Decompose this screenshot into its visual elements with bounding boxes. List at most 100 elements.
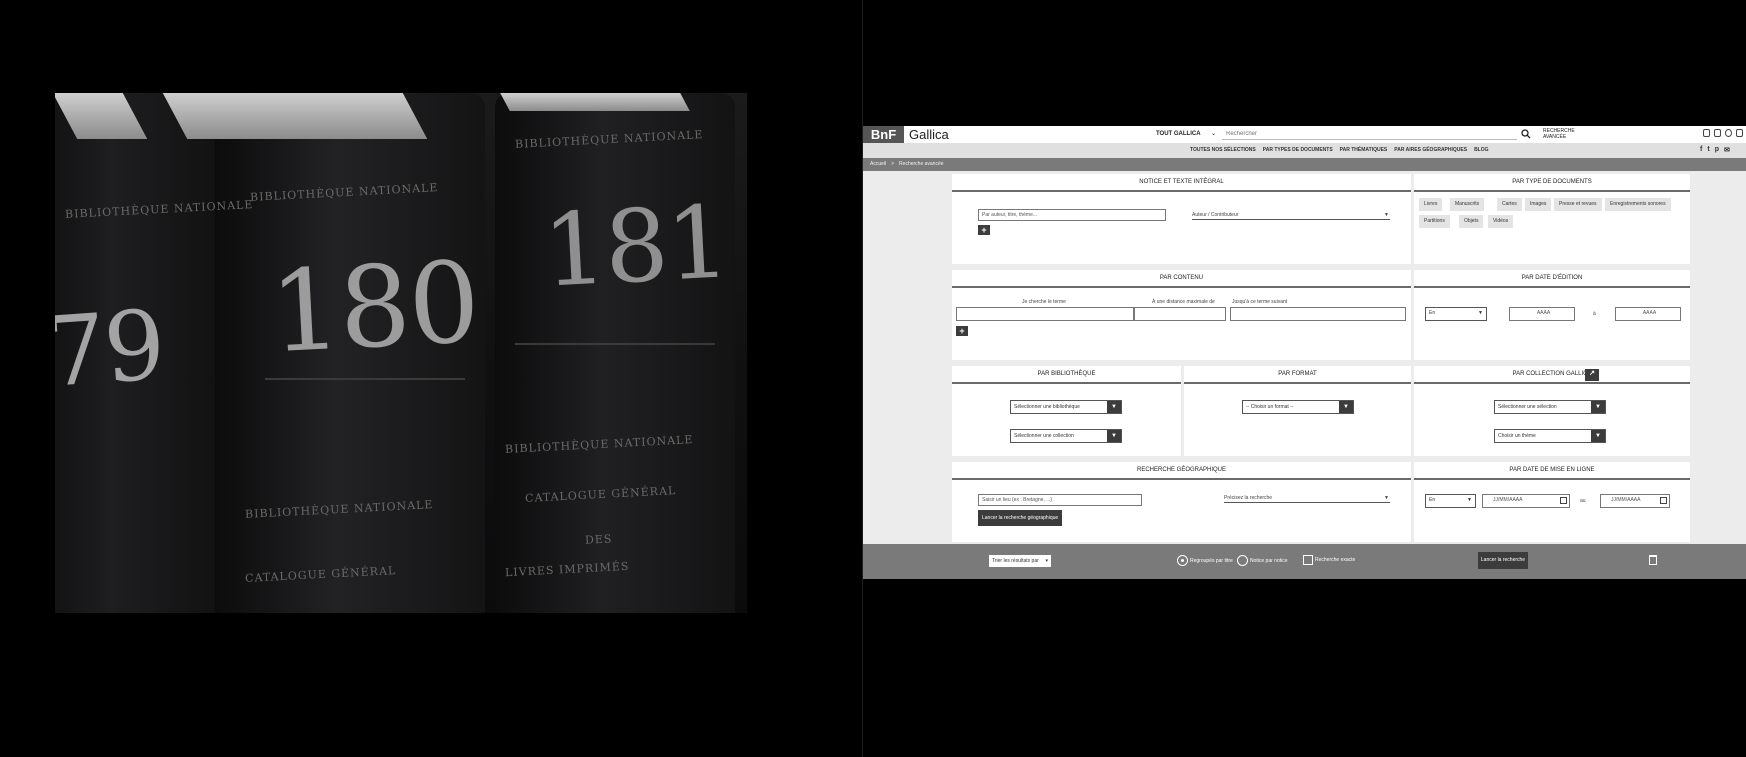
radio-indicator[interactable]: [1237, 555, 1248, 566]
type-chip[interactable]: Vidéos: [1488, 215, 1514, 228]
calendar-icon[interactable]: [1560, 497, 1567, 504]
radio-indicator[interactable]: [1177, 555, 1188, 566]
search-footer: Trier les résultats par ▾ Regroupés par t…: [863, 544, 1746, 579]
help-icon[interactable]: [1725, 129, 1732, 137]
type-chip[interactable]: Manuscrits: [1450, 198, 1485, 211]
caret-down-icon: ▼: [1467, 497, 1472, 503]
mail-icon[interactable]: ✉: [1724, 146, 1730, 154]
theme-select[interactable]: Choisir un thème ▼: [1494, 429, 1606, 443]
edition-from-input[interactable]: AAAA: [1509, 307, 1575, 321]
book-top-pages: [500, 93, 690, 111]
launch-search-button[interactable]: Lancer la recherche: [1478, 552, 1528, 569]
panel-title: NOTICE ET TEXTE INTÉGRAL: [952, 174, 1411, 192]
term-label: Je cherche le terme: [1022, 299, 1066, 305]
account-icon[interactable]: [1736, 129, 1743, 137]
exact-search-checkbox[interactable]: Recherche exacte: [1303, 555, 1355, 565]
checkbox-indicator[interactable]: [1303, 555, 1313, 565]
online-from-input[interactable]: JJ/MM/AAAA: [1482, 494, 1570, 508]
add-criteria-button[interactable]: +: [978, 225, 990, 235]
type-chip[interactable]: Images: [1525, 198, 1552, 211]
geo-refine-select[interactable]: Précisez la recherche ▼: [1224, 494, 1390, 503]
caret-down-icon: ▼: [1107, 401, 1121, 413]
notice-panel: NOTICE ET TEXTE INTÉGRAL Par auteur, tit…: [952, 174, 1411, 264]
panel-title: PAR DATE D'ÉDITION: [1414, 270, 1690, 288]
lock-icon[interactable]: [1714, 129, 1721, 137]
next-term-input[interactable]: [1230, 307, 1406, 321]
type-chip[interactable]: Enregistrements sonores: [1605, 198, 1671, 211]
caret-down-icon: ▼: [1384, 212, 1389, 218]
external-link-icon[interactable]: ↗: [1585, 369, 1599, 381]
basket-icon[interactable]: [1703, 129, 1710, 137]
type-chip[interactable]: Livres: [1419, 198, 1443, 211]
edition-to-input[interactable]: AAAA: [1615, 307, 1681, 321]
online-to-placeholder: JJ/MM/AAAA: [1611, 497, 1641, 503]
nav-item-blog[interactable]: BLOG: [1474, 147, 1488, 153]
panel-title: PAR TYPE DE DOCUMENTS: [1414, 174, 1690, 192]
online-mode-select[interactable]: En ▼: [1425, 494, 1476, 508]
geo-search-button[interactable]: Lancer la recherche géographique: [978, 510, 1063, 526]
distance-input[interactable]: [1134, 307, 1226, 321]
type-chip[interactable]: Objets: [1459, 215, 1484, 228]
caret-down-icon: ▾: [1045, 558, 1048, 564]
nav-item-doc-types[interactable]: PAR TYPES DE DOCUMENTS: [1263, 147, 1333, 153]
online-from-placeholder: JJ/MM/AAAA: [1493, 497, 1523, 503]
type-chip[interactable]: Presse et revues: [1554, 198, 1602, 211]
facebook-icon[interactable]: f: [1700, 146, 1702, 154]
breadcrumb-home[interactable]: Accueil: [870, 161, 886, 167]
site-header: BnF Gallica TOUT GALLICA ⌄ RECHERCHE AVA…: [863, 126, 1746, 143]
breadcrumb-separator: >: [891, 161, 895, 167]
advanced-search-link[interactable]: RECHERCHE AVANCÉE: [1543, 128, 1583, 140]
book-spine-right: [495, 93, 735, 613]
volume-number: 79: [55, 289, 167, 409]
nav-item-geo[interactable]: PAR AIRES GÉOGRAPHIQUES: [1394, 147, 1467, 153]
twitter-icon[interactable]: t: [1707, 146, 1709, 154]
calendar-icon[interactable]: [1660, 497, 1667, 504]
social-links: f t p ✉: [1700, 146, 1730, 154]
online-to-input[interactable]: JJ/MM/AAAA: [1600, 494, 1670, 508]
geo-panel: RECHERCHE GÉOGRAPHIQUE Saisir un lieu (e…: [952, 462, 1411, 542]
geo-refine-value: Précisez la recherche: [1224, 495, 1273, 501]
radio-notice[interactable]: Notice par notice: [1237, 555, 1288, 566]
edition-to-label: à: [1593, 311, 1596, 317]
type-chip[interactable]: Cartes: [1497, 198, 1522, 211]
search-input[interactable]: [1222, 129, 1517, 140]
gallica-logo[interactable]: Gallica: [909, 127, 949, 142]
selection-select[interactable]: Sélectionner une sélection ▼: [1494, 400, 1606, 414]
volume-number: 181: [540, 183, 731, 310]
notice-search-field[interactable]: Par auteur, titre, thème...: [978, 209, 1166, 221]
radio-grouped[interactable]: Regroupés par titre: [1177, 555, 1233, 566]
nav-item-themes[interactable]: PAR THÉMATIQUES: [1340, 147, 1388, 153]
sort-select[interactable]: Trier les résultats par ▾: [989, 555, 1051, 567]
add-term-button[interactable]: +: [956, 326, 968, 336]
chevron-down-icon[interactable]: ⌄: [1211, 130, 1216, 137]
nav-item-selections[interactable]: TOUTES NOS SÉLECTIONS: [1190, 147, 1256, 153]
edition-mode-value: En: [1429, 310, 1436, 316]
pinterest-icon[interactable]: p: [1715, 146, 1719, 154]
caret-down-icon: ▼: [1591, 430, 1605, 442]
library-collection-select[interactable]: Sélectionner une collection ▼: [1010, 429, 1122, 443]
sort-select-value: Trier les résultats par: [992, 558, 1039, 564]
library-select[interactable]: Sélectionner une bibliothèque ▼: [1010, 400, 1122, 414]
book-top-pages: [162, 93, 428, 139]
panel-title: PAR DATE DE MISE EN LIGNE: [1414, 462, 1690, 480]
theme-select-value: Choisir un thème: [1498, 433, 1536, 439]
library-collection-value: Sélectionner une collection: [1014, 433, 1074, 439]
criteria-select[interactable]: Auteur / Contributeur ▼: [1192, 211, 1390, 220]
panel-title: RECHERCHE GÉOGRAPHIQUE: [952, 462, 1411, 480]
breadcrumb-current: Recherche avancée: [899, 161, 944, 167]
edition-mode-select[interactable]: En ▼: [1425, 307, 1487, 321]
type-chip[interactable]: Partitions: [1419, 215, 1450, 228]
format-select[interactable]: -- Choisir un format -- ▼: [1242, 400, 1354, 414]
format-panel: PAR FORMAT -- Choisir un format -- ▼: [1184, 366, 1411, 456]
spine-stamp: DES: [584, 532, 613, 547]
gallica-advanced-search: BnF Gallica TOUT GALLICA ⌄ RECHERCHE AVA…: [863, 126, 1746, 579]
geo-place-input[interactable]: Saisir un lieu (ex : Bretagne, ...): [978, 494, 1142, 506]
header-icons: [1703, 129, 1743, 137]
bnf-logo[interactable]: BnF: [863, 126, 904, 143]
search-scope-select[interactable]: TOUT GALLICA: [1156, 131, 1201, 137]
search-icon[interactable]: [1521, 128, 1531, 140]
viewport: BIBLIOTHÈQUE NATIONALE BIBLIOTHÈQUE NATI…: [0, 0, 1746, 757]
term-input[interactable]: [956, 307, 1134, 321]
library-panel: PAR BIBLIOTHÈQUE Sélectionner une biblio…: [952, 366, 1181, 456]
trash-icon[interactable]: [1649, 555, 1657, 565]
